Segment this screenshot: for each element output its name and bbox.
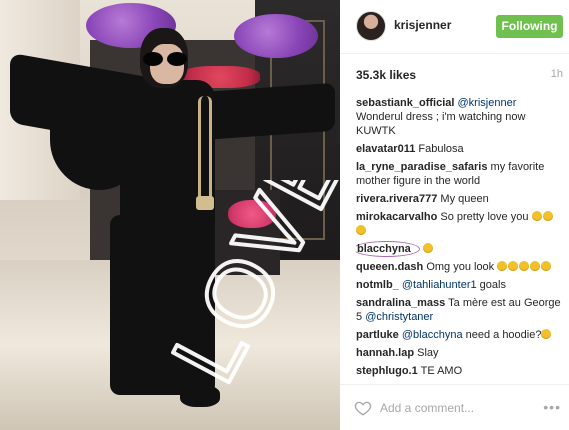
comment-list[interactable]: sebastiank_official @krisjenner Wonderul… bbox=[356, 96, 561, 384]
comment-item: la_ryne_paradise_safaris my favorite mot… bbox=[356, 160, 561, 188]
comment-username[interactable]: hannah.lap bbox=[356, 347, 414, 359]
post-header: krisjenner Following bbox=[340, 0, 569, 54]
comment-username[interactable]: partluke bbox=[356, 329, 399, 341]
comment-username[interactable]: rivera.rivera777 bbox=[356, 193, 437, 205]
comment-text: TE AMO bbox=[420, 365, 463, 377]
heart-icon[interactable] bbox=[354, 399, 372, 417]
comment-text: So pretty love you bbox=[440, 211, 532, 223]
figure-shoe bbox=[180, 385, 220, 407]
emoji-icon bbox=[541, 329, 552, 339]
comment-username[interactable]: queeen.dash bbox=[356, 261, 423, 273]
add-comment-input[interactable]: Add a comment... bbox=[380, 401, 474, 415]
comment-username[interactable]: elavatar011 bbox=[356, 143, 415, 155]
comment-username[interactable]: stephlugo.1 bbox=[356, 365, 418, 377]
comment-item: elavatar011 Fabulosa bbox=[356, 142, 561, 156]
emoji-icon bbox=[542, 211, 553, 221]
comment-text: need a hoodie? bbox=[462, 329, 542, 341]
comment-footer: Add a comment... ••• bbox=[340, 384, 569, 430]
comment-text: My queen bbox=[440, 193, 489, 205]
emoji-icon bbox=[541, 261, 552, 271]
comment-item: sandralina_mass Ta mère est au George 5 … bbox=[356, 296, 561, 324]
emoji-icon bbox=[356, 225, 366, 235]
comment-username[interactable]: la_ryne_paradise_safaris bbox=[356, 161, 487, 173]
following-button[interactable]: Following bbox=[496, 15, 563, 38]
emoji-icon bbox=[422, 243, 433, 253]
comment-username[interactable]: mirokacarvalho bbox=[356, 211, 437, 223]
purple-flowers-right bbox=[234, 14, 318, 58]
emoji-icon bbox=[497, 261, 508, 271]
comment-item: mirokacarvalho So pretty love you bbox=[356, 210, 561, 238]
comment-text: Slay bbox=[417, 347, 439, 359]
comment-mention[interactable]: @blacchyna bbox=[402, 329, 463, 341]
comment-text: goals bbox=[476, 279, 506, 291]
comment-item: sebastiank_official @krisjenner Wonderul… bbox=[356, 96, 561, 138]
sunglasses bbox=[143, 52, 189, 66]
emoji-icon bbox=[508, 261, 519, 271]
comment-username[interactable]: blacchyna bbox=[356, 241, 420, 257]
post-photo[interactable]: LOVE bbox=[0, 0, 340, 430]
pink-roses bbox=[228, 200, 276, 228]
emoji-icon bbox=[519, 261, 530, 271]
comment-text: Wonderul dress ; i'm watching now KUWTK bbox=[356, 111, 526, 137]
figure-legs bbox=[110, 215, 215, 395]
comment-item: blacchyna bbox=[356, 241, 561, 257]
comment-item: stephlugo.1 TE AMO bbox=[356, 364, 561, 378]
bag-buckle bbox=[196, 196, 214, 210]
post-time[interactable]: 1h bbox=[551, 68, 563, 80]
likes-row: 35.3k likes 1h bbox=[356, 68, 563, 84]
comment-text: Omg you look bbox=[426, 261, 498, 273]
post-panel: krisjenner Following 35.3k likes 1h seba… bbox=[340, 0, 569, 430]
comment-text: Fabulosa bbox=[418, 143, 464, 155]
likes-count[interactable]: 35.3k likes bbox=[356, 68, 416, 82]
more-options-button[interactable]: ••• bbox=[543, 399, 561, 415]
comment-username[interactable]: sandralina_mass bbox=[356, 297, 445, 309]
comment-mention[interactable]: @christytaner bbox=[365, 311, 433, 323]
comment-item: queeen.dash Omg you look bbox=[356, 260, 561, 274]
comment-username[interactable]: notmlb_ bbox=[356, 279, 399, 291]
comment-mention[interactable]: @krisjenner bbox=[458, 97, 517, 109]
comment-item: partluke @blacchyna need a hoodie? bbox=[356, 328, 561, 342]
avatar[interactable] bbox=[356, 11, 386, 41]
comment-item: notmlb_ @tahliahunter1 goals bbox=[356, 278, 561, 292]
comment-username[interactable]: sebastiank_official bbox=[356, 97, 454, 109]
emoji-icon bbox=[530, 261, 541, 271]
comment-item: rivera.rivera777 My queen bbox=[356, 192, 561, 206]
comment-mention[interactable]: @tahliahunter1 bbox=[402, 279, 477, 291]
username-link[interactable]: krisjenner bbox=[394, 18, 451, 32]
bag-strap bbox=[198, 96, 212, 206]
comment-item: hannah.lap Slay bbox=[356, 346, 561, 360]
emoji-icon bbox=[531, 211, 542, 221]
